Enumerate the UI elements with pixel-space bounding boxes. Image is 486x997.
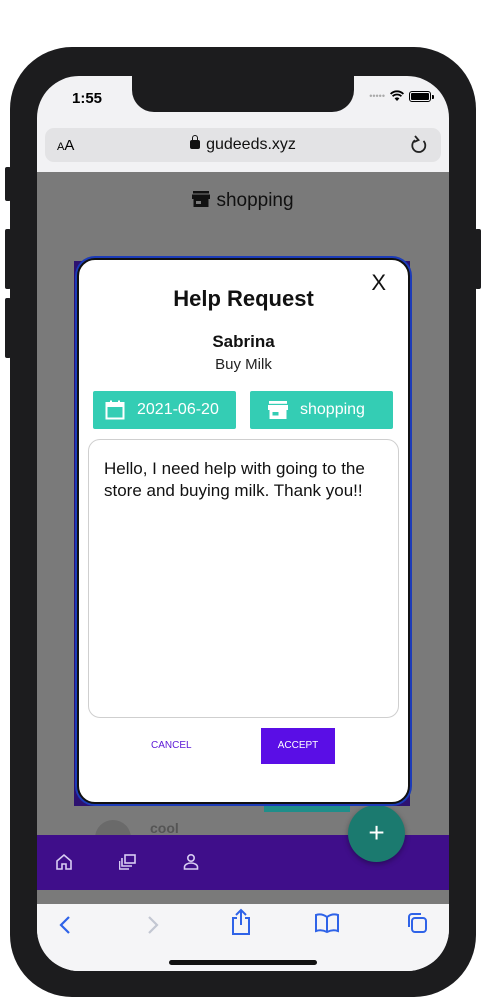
lock-icon: [190, 135, 201, 149]
reload-icon[interactable]: [409, 134, 429, 156]
status-time: 1:55: [72, 90, 103, 107]
requester-name: Sabrina: [212, 332, 275, 351]
store-icon: [268, 401, 288, 419]
page-heading-label: shopping: [216, 190, 294, 211]
profile-icon[interactable]: [182, 853, 200, 871]
date-label: 2021-06-20: [137, 401, 219, 418]
category-chip: shopping: [250, 391, 393, 429]
request-message: Hello, I need help with going to the sto…: [88, 439, 399, 718]
web-content: shopping cool + X Help Request Sabrina B…: [37, 172, 449, 904]
help-request-modal: X Help Request Sabrina Buy Milk 2021-06-…: [77, 258, 410, 804]
home-icon[interactable]: [55, 853, 73, 871]
date-chip: 2021-06-20: [93, 391, 236, 429]
request-title: Buy Milk: [215, 356, 272, 373]
volume-up-button: [5, 229, 11, 289]
url-display[interactable]: gudeeds.xyz: [45, 135, 441, 154]
bookmarks-icon[interactable]: [314, 912, 340, 934]
back-icon[interactable]: [57, 914, 73, 936]
page-heading: shopping: [37, 190, 449, 212]
accept-button[interactable]: ACCEPT: [261, 728, 335, 764]
battery-icon: [409, 90, 434, 102]
status-icons: •••••: [369, 90, 434, 102]
add-request-button[interactable]: +: [348, 805, 405, 862]
modal-title: Help Request: [173, 286, 314, 311]
category-label: shopping: [300, 401, 365, 418]
share-icon[interactable]: [230, 908, 252, 936]
address-bar[interactable]: AA gudeeds.xyz: [45, 128, 441, 162]
calendar-icon: [105, 400, 125, 420]
wifi-icon: [390, 90, 404, 101]
background-item-name: cool: [150, 820, 179, 836]
tabs-icon[interactable]: [405, 911, 429, 935]
home-indicator[interactable]: [169, 960, 317, 965]
volume-down-button: [5, 298, 11, 358]
signal-icon: •••••: [369, 91, 385, 101]
phone-screen: 1:55 ••••• AA gudeeds.xyz shopping cool …: [37, 76, 449, 971]
store-icon: [192, 191, 211, 207]
mute-switch: [5, 167, 11, 201]
forward-icon[interactable]: [145, 914, 161, 936]
url-text: gudeeds.xyz: [206, 136, 296, 153]
cancel-button[interactable]: CANCEL: [151, 740, 192, 751]
power-button: [475, 229, 481, 289]
gallery-icon[interactable]: [119, 853, 137, 871]
notch: [132, 76, 354, 112]
